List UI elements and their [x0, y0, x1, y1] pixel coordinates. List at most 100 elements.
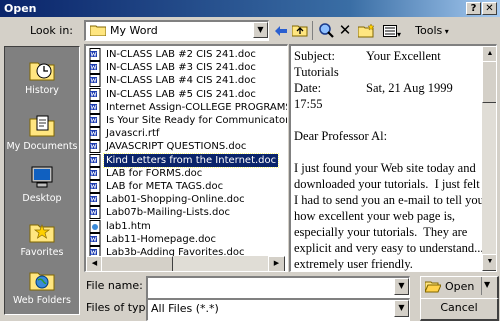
open-label: Open — [445, 280, 475, 293]
file-list-item[interactable]: IN-CLASS LAB #4 CIS 241.doc — [88, 74, 274, 88]
web-folders-icon — [29, 272, 55, 291]
word-doc-icon — [89, 114, 101, 127]
word-doc-icon — [89, 48, 101, 61]
file-list-item[interactable]: LAB for META TAGS.doc — [88, 180, 274, 193]
scroll-right-button[interactable]: ▶ — [268, 256, 285, 271]
search-web-icon[interactable] — [316, 21, 336, 41]
place-label: Web Folders — [12, 295, 72, 306]
preview-body-line: how excellent your web page is, — [294, 209, 456, 223]
my-documents-icon — [29, 115, 55, 137]
window-title: Open — [4, 2, 37, 15]
preview-date-value: Sat, 21 Aug 1999 — [366, 81, 453, 95]
open-button[interactable]: Open ▼ — [420, 276, 499, 300]
file-list-item[interactable]: Javascri.rtf — [88, 127, 274, 141]
file-list-item[interactable]: Internet Assign-COLLEGE PROGRAMS F... — [88, 100, 287, 114]
file-name: Internet Assign-COLLEGE PROGRAMS F... — [106, 101, 288, 113]
favorites-icon — [29, 224, 55, 243]
lookin-dropdown-button[interactable]: ▼ — [253, 22, 268, 38]
file-name: IN-CLASS LAB #3 CIS 241.doc — [106, 62, 256, 74]
file-list-item[interactable]: IN-CLASS LAB #5 CIS 241.doc — [88, 87, 274, 101]
file-list-item[interactable]: LAB for FORMS.doc — [88, 166, 274, 180]
preview-subject-value: Your Excellent — [366, 49, 441, 63]
file-list-hscrollbar[interactable]: ◀ ▶ — [86, 256, 285, 271]
scroll-thumb[interactable] — [101, 256, 173, 271]
word-doc-icon — [89, 127, 101, 141]
preview-subject-line: Subject: Your Excellent — [294, 48, 482, 64]
tools-label: Tools — [415, 24, 443, 37]
up-folder-icon[interactable] — [290, 21, 310, 41]
file-list-item[interactable]: Lab01-Shopping-Online.doc — [88, 193, 274, 207]
filename-field[interactable]: ▼ — [146, 276, 410, 299]
tools-menu-button[interactable]: Tools ▾ — [412, 21, 452, 41]
preview-pane: Subject: Your Excellent Tutorials Date: … — [289, 44, 497, 272]
file-name: lab1.htm — [106, 220, 151, 232]
desktop-icon — [31, 166, 53, 188]
open-dropdown-arrow[interactable]: ▼ — [484, 280, 490, 289]
scroll-down-button[interactable]: ▼ — [482, 254, 496, 271]
word-doc-icon — [89, 61, 101, 75]
filetype-value: All Files (*.*) — [151, 302, 219, 315]
place-favorites[interactable]: Favorites — [5, 215, 79, 269]
place-label: History — [25, 85, 59, 96]
file-name: IN-CLASS LAB #4 CIS 241.doc — [106, 75, 256, 87]
file-list[interactable]: IN-CLASS LAB #2 CIS 241.doc IN-CLASS LAB … — [84, 44, 288, 272]
file-name: Lab11-Homepage.doc — [106, 233, 217, 245]
word-doc-icon — [89, 232, 101, 246]
preview-date-label: Date: — [294, 81, 322, 95]
file-list-item[interactable]: JAVASCRIPT QUESTIONS.doc — [88, 140, 274, 154]
folder-icon — [90, 25, 106, 36]
views-icon[interactable]: ▾ — [378, 21, 406, 41]
file-name: Kind Letters from the Internet.doc — [102, 152, 280, 168]
file-name: IN-CLASS LAB #5 CIS 241.doc — [106, 88, 256, 100]
close-button[interactable]: ✕ — [482, 2, 497, 15]
file-list-item[interactable]: IN-CLASS LAB #3 CIS 241.doc — [88, 61, 274, 75]
place-label: Favorites — [20, 247, 64, 258]
title-bar[interactable]: Open — [0, 0, 500, 17]
place-web-folders[interactable]: Web Folders — [5, 263, 79, 317]
history-icon — [29, 62, 55, 81]
preview-vscrollbar[interactable]: ▲ ▼ — [482, 46, 496, 271]
place-desktop[interactable]: Desktop — [5, 161, 79, 215]
delete-icon[interactable]: ✕ — [336, 21, 354, 41]
filename-dropdown-button[interactable]: ▼ — [394, 278, 409, 295]
cancel-button[interactable]: Cancel — [420, 298, 499, 321]
open-folder-icon — [425, 281, 441, 293]
preview-body-line: explicit and very easy to understand... — [294, 241, 484, 255]
back-arrow-icon[interactable] — [272, 21, 290, 41]
word-doc-icon — [89, 74, 101, 88]
file-list-item[interactable]: Lab07b-Mailing-Lists.doc — [88, 206, 274, 220]
new-folder-icon[interactable] — [356, 21, 376, 41]
file-list-item[interactable]: Lab11-Homepage.doc — [88, 232, 274, 246]
place-history[interactable]: History — [5, 53, 79, 107]
lookin-value: My Word — [110, 24, 158, 37]
cancel-label: Cancel — [440, 301, 478, 314]
word-doc-icon — [89, 153, 101, 167]
file-name: LAB for FORMS.doc — [106, 167, 203, 179]
scroll-thumb[interactable] — [482, 61, 496, 103]
preview-body-line: extremely user friendly. — [294, 257, 413, 271]
word-doc-icon — [89, 100, 101, 114]
preview-date-line: Date: Sat, 21 Aug 1999 — [294, 80, 482, 96]
file-name: LAB for META TAGS.doc — [106, 181, 224, 192]
places-bar: History My Documents Desktop Favorites W… — [4, 46, 80, 315]
file-list-item[interactable]: IN-CLASS LAB #2 CIS 241.doc — [88, 48, 274, 61]
preview-body-line: I had to send you an e-mail to tell you — [294, 193, 484, 207]
lookin-combo[interactable]: My Word ▼ — [84, 20, 269, 41]
word-doc-icon — [89, 193, 101, 207]
filetype-dropdown-button[interactable]: ▼ — [394, 300, 409, 317]
filename-label: File name: — [86, 279, 143, 292]
word-doc-icon — [89, 140, 101, 154]
file-list-item[interactable]: Kind Letters from the Internet.doc — [88, 152, 280, 168]
file-name: Lab07b-Mailing-Lists.doc — [106, 207, 230, 219]
preview-time: 17:55 — [294, 97, 323, 111]
help-button[interactable]: ? — [466, 2, 481, 15]
filetype-select[interactable]: All Files (*.*) ▼ — [146, 298, 410, 321]
word-doc-icon — [89, 87, 101, 101]
lookin-label: Look in: — [30, 24, 73, 37]
file-list-item[interactable]: lab1.htm — [88, 219, 274, 233]
place-label: My Documents — [6, 141, 78, 152]
file-list-item[interactable]: Is Your Site Ready for Communicator 5.do… — [88, 114, 287, 127]
file-name: JAVASCRIPT QUESTIONS.doc — [106, 141, 247, 153]
preview-greeting: Dear Professor Al: — [294, 129, 388, 143]
place-my-documents[interactable]: My Documents — [5, 109, 79, 163]
